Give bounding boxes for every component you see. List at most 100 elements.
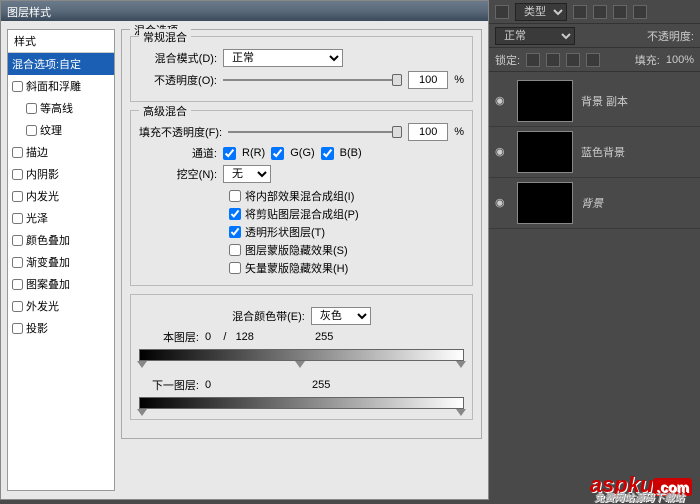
lock-icon-2[interactable] (546, 53, 560, 67)
style-checkbox-1[interactable] (12, 81, 23, 92)
style-label-3: 纹理 (40, 122, 62, 138)
style-item-5[interactable]: 内阴影 (8, 163, 114, 185)
opacity-slider[interactable] (223, 72, 402, 88)
filter-type-select[interactable]: 类型 (515, 3, 567, 21)
layer-name: 背景 副本 (581, 93, 694, 109)
blend-if-select[interactable]: 灰色 (311, 307, 371, 325)
watermark-sub: 免费网站源码下载站 (594, 489, 684, 504)
fill-opacity-slider[interactable] (228, 124, 402, 140)
style-checkbox-9[interactable] (12, 257, 23, 268)
style-label-8: 颜色叠加 (26, 232, 70, 248)
kind-icon[interactable] (495, 5, 509, 19)
layer-thumb[interactable] (517, 80, 573, 122)
style-item-10[interactable]: 图案叠加 (8, 273, 114, 295)
blend-mode-select[interactable]: 正常 (223, 49, 343, 67)
options-panel: 混合选项 常规混合 混合模式(D): 正常 不透明度(O): % (121, 29, 482, 491)
channel-r-checkbox[interactable] (223, 147, 236, 160)
eye-icon[interactable] (495, 94, 509, 108)
style-item-0[interactable]: 混合选项:自定 (8, 53, 114, 75)
cb-vector-mask-hide[interactable] (229, 262, 241, 274)
channel-b-checkbox[interactable] (321, 147, 334, 160)
filter-icon-1[interactable] (573, 5, 587, 19)
cb-layer-mask-hide-label: 图层蒙版隐藏效果(S) (245, 242, 348, 258)
knockout-select[interactable]: 无 (223, 165, 271, 183)
channels-label: 通道: (139, 145, 217, 161)
style-label-12: 投影 (26, 320, 48, 336)
style-checkbox-12[interactable] (12, 323, 23, 334)
layers-list: 背景 副本蓝色背景背景 (489, 72, 700, 233)
eye-icon[interactable] (495, 145, 509, 159)
layer-row-0[interactable]: 背景 副本 (489, 76, 700, 127)
style-checkbox-3[interactable] (26, 125, 37, 136)
lock-fill-row: 锁定: 填充: 100% (489, 48, 700, 72)
style-label-11: 外发光 (26, 298, 59, 314)
style-checkbox-2[interactable] (26, 103, 37, 114)
advanced-blend-legend: 高级混合 (139, 103, 191, 119)
style-item-7[interactable]: 光泽 (8, 207, 114, 229)
watermark: aspku.com 免费网站源码下载站 (590, 472, 692, 498)
style-checkbox-6[interactable] (12, 191, 23, 202)
lock-icon-4[interactable] (586, 53, 600, 67)
dialog-title: 图层样式 (1, 1, 488, 21)
cb-transparency-shape-label: 透明形状图层(T) (245, 224, 325, 240)
blend-mode-label: 混合模式(D): (139, 50, 217, 66)
layer-row-2[interactable]: 背景 (489, 178, 700, 229)
style-checkbox-7[interactable] (12, 213, 23, 224)
style-item-3[interactable]: 纹理 (8, 119, 114, 141)
fill-value: 100% (666, 54, 694, 66)
style-item-4[interactable]: 描边 (8, 141, 114, 163)
style-item-1[interactable]: 斜面和浮雕 (8, 75, 114, 97)
channel-g-checkbox[interactable] (271, 147, 284, 160)
style-item-12[interactable]: 投影 (8, 317, 114, 339)
under-layer-gradient[interactable] (139, 397, 464, 409)
cb-clip-group[interactable] (229, 208, 241, 220)
lock-icon-3[interactable] (566, 53, 580, 67)
style-label-5: 内阴影 (26, 166, 59, 182)
cb-layer-mask-hide[interactable] (229, 244, 241, 256)
style-item-6[interactable]: 内发光 (8, 185, 114, 207)
filter-icon-4[interactable] (633, 5, 647, 19)
mode-opacity-row: 正常 不透明度: (489, 24, 700, 48)
filter-icon-2[interactable] (593, 5, 607, 19)
layer-thumb[interactable] (517, 182, 573, 224)
channel-b-label: B(B) (340, 147, 362, 159)
blend-if-fieldset: 混合颜色带(E): 灰色 本图层: 0 / 128 255 (130, 294, 473, 420)
under-layer-values: 0 255 (205, 379, 330, 391)
style-checkbox-11[interactable] (12, 301, 23, 312)
style-checkbox-10[interactable] (12, 279, 23, 290)
style-item-11[interactable]: 外发光 (8, 295, 114, 317)
style-item-8[interactable]: 颜色叠加 (8, 229, 114, 251)
cb-inner-effects[interactable] (229, 190, 241, 202)
layers-panel: 类型 正常 不透明度: 锁定: 填充: 100% 背景 副本蓝色背景背景 (489, 0, 700, 504)
style-checkbox-5[interactable] (12, 169, 23, 180)
cb-transparency-shape[interactable] (229, 226, 241, 238)
filter-row: 类型 (489, 0, 700, 24)
channel-r-label: R(R) (242, 147, 265, 159)
style-label-6: 内发光 (26, 188, 59, 204)
style-label-2: 等高线 (40, 100, 73, 116)
this-layer-gradient[interactable] (139, 349, 464, 361)
layer-name: 蓝色背景 (581, 144, 694, 160)
fill-opacity-input[interactable] (408, 123, 448, 141)
fill-opacity-label: 填充不透明度(F): (139, 124, 222, 140)
style-label-10: 图案叠加 (26, 276, 70, 292)
filter-icon-3[interactable] (613, 5, 627, 19)
style-checkbox-8[interactable] (12, 235, 23, 246)
opacity-input[interactable] (408, 71, 448, 89)
style-checkbox-4[interactable] (12, 147, 23, 158)
style-item-9[interactable]: 渐变叠加 (8, 251, 114, 273)
channel-g-label: G(G) (290, 147, 314, 159)
lock-label: 锁定: (495, 52, 520, 68)
eye-icon[interactable] (495, 196, 509, 210)
style-label-1: 斜面和浮雕 (26, 78, 81, 94)
percent-label: % (454, 74, 464, 86)
lock-icon-1[interactable] (526, 53, 540, 67)
style-item-2[interactable]: 等高线 (8, 97, 114, 119)
fill-label: 填充: (635, 52, 660, 68)
cb-clip-group-label: 将剪贴图层混合成组(P) (245, 206, 359, 222)
layer-row-1[interactable]: 蓝色背景 (489, 127, 700, 178)
layer-thumb[interactable] (517, 131, 573, 173)
advanced-blend-fieldset: 高级混合 填充不透明度(F): % 通道: R(R) G(G) B(B) (130, 110, 473, 286)
style-label-4: 描边 (26, 144, 48, 160)
layer-blend-mode-select[interactable]: 正常 (495, 27, 575, 45)
